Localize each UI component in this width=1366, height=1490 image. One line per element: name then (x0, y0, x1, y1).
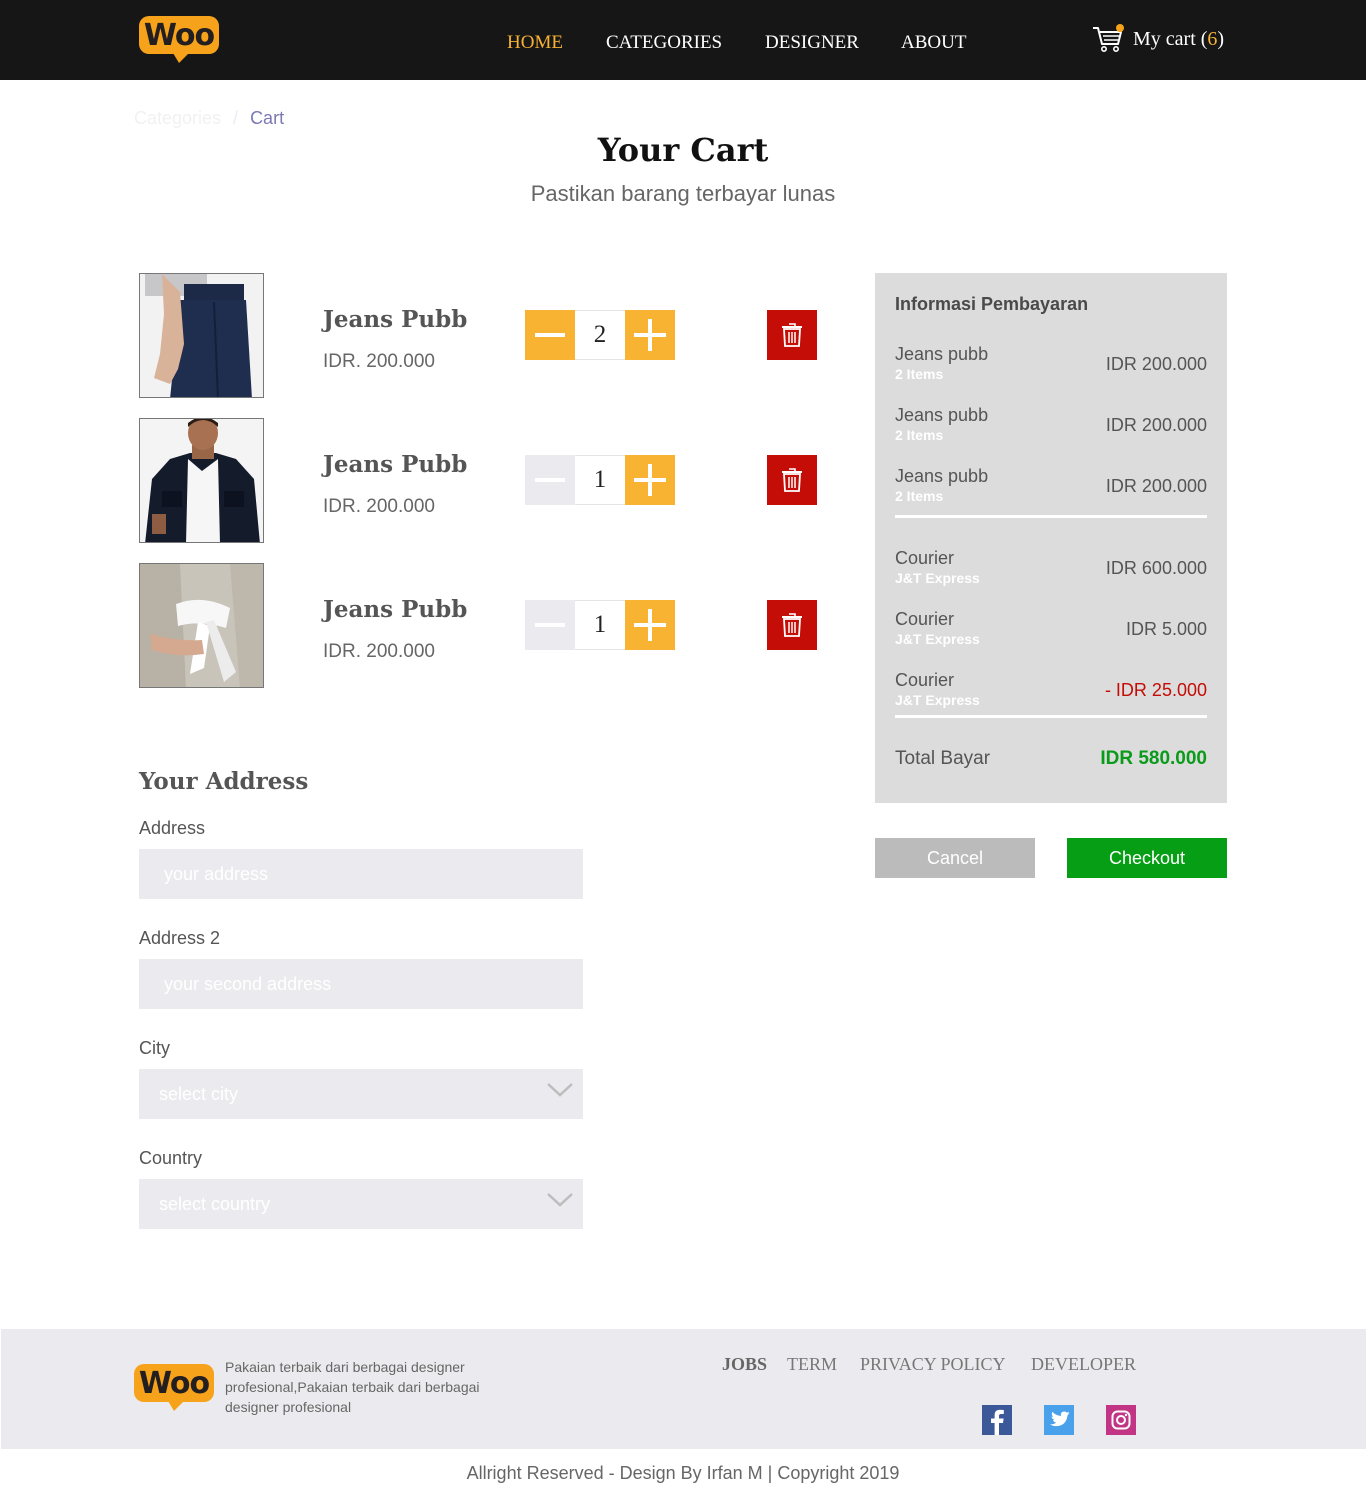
increase-quantity-button[interactable] (625, 310, 675, 360)
payment-row-value: IDR 200.000 (1105, 415, 1207, 435)
footer-link-term[interactable]: TERM (787, 1354, 837, 1375)
footer-link-privacy-policy[interactable]: PRIVACY POLICY (860, 1354, 1006, 1375)
payment-fee-row: Courier J&T Express IDR 5.000 (895, 609, 1207, 647)
cart-notification-dot (1116, 24, 1124, 32)
payment-row-value: IDR 200.000 (1105, 354, 1207, 374)
product-name: Jeans Pubb (323, 451, 468, 478)
address-label: Address (139, 818, 206, 838)
delete-item-button[interactable] (767, 455, 817, 505)
increase-quantity-button[interactable] (625, 455, 675, 505)
product-name: Jeans Pubb (323, 306, 468, 333)
minus-icon (535, 623, 565, 627)
decrease-quantity-button[interactable] (525, 600, 575, 650)
payment-row-value: IDR 200.000 (1105, 476, 1207, 496)
footer-description: Pakaian terbaik dari berbagai designer p… (225, 1359, 480, 1415)
city-label: City (139, 1038, 170, 1058)
nav-designer[interactable]: DESIGNER (765, 32, 859, 54)
address-2-label: Address 2 (139, 928, 221, 948)
footer-logo[interactable]: Woo (134, 1364, 214, 1411)
trash-icon (782, 468, 802, 492)
address-section-title: Your Address (139, 768, 309, 795)
product-image[interactable] (139, 273, 264, 398)
breadcrumb-categories[interactable]: Categories (134, 108, 221, 128)
instagram-icon[interactable] (1106, 1405, 1136, 1435)
quantity-value[interactable]: 2 (575, 310, 625, 360)
plus-icon (634, 319, 666, 351)
page-subtitle: Pastikan barang terbayar lunas (530, 181, 836, 206)
chevron-down-icon (547, 1083, 573, 1097)
plus-icon (634, 464, 666, 496)
trash-icon (782, 613, 802, 637)
cart-item: Jeans Pubb IDR. 200.000 1 (139, 563, 839, 689)
payment-row-value: IDR 5.000 (1125, 619, 1207, 639)
footer-link-developer[interactable]: DEVELOPER (1031, 1354, 1136, 1375)
breadcrumb: Categories / Cart (134, 108, 284, 129)
quantity-value[interactable]: 1 (575, 455, 625, 505)
cart-count: 6 (1207, 27, 1218, 50)
breadcrumb-cart: Cart (250, 108, 285, 128)
cancel-button[interactable]: Cancel (875, 838, 1035, 878)
checkout-button[interactable]: Checkout (1067, 838, 1227, 878)
divider (895, 715, 1207, 718)
trash-icon (782, 323, 802, 347)
cart-label: My cart ( (1133, 27, 1208, 50)
plus-icon (634, 609, 666, 641)
cart-label-close: ) (1217, 27, 1225, 50)
divider (895, 515, 1207, 518)
payment-fee-row: Courier J&T Express IDR 600.000 (895, 548, 1207, 586)
address-placeholder: your address (164, 863, 269, 884)
nav-about[interactable]: ABOUT (901, 32, 966, 54)
country-label: Country (139, 1148, 203, 1168)
quantity-stepper: 2 (525, 310, 675, 360)
page-title: Your Cart (597, 131, 769, 169)
product-name: Jeans Pubb (323, 596, 468, 623)
product-price: IDR. 200.000 (323, 496, 435, 517)
product-image[interactable] (139, 563, 264, 688)
city-select[interactable]: select city (139, 1069, 583, 1119)
footer-link-jobs[interactable]: JOBS (722, 1354, 767, 1375)
country-select[interactable]: select country (139, 1179, 583, 1229)
payment-product-row: Jeans pubb 2 Items IDR 200.000 (895, 466, 1207, 504)
payment-fee-row: Courier J&T Express - IDR 25.000 (895, 670, 1207, 708)
quantity-stepper: 1 (525, 455, 675, 505)
payment-product-row: Jeans pubb 2 Items IDR 200.000 (895, 344, 1207, 382)
product-image[interactable] (139, 418, 264, 543)
payment-info-title: Informasi Pembayaran (895, 294, 1089, 314)
facebook-icon[interactable] (982, 1405, 1012, 1435)
address-input[interactable]: your address (139, 849, 583, 899)
product-price: IDR. 200.000 (323, 351, 435, 372)
minus-icon (535, 478, 565, 482)
total-label: Total Bayar (895, 748, 991, 769)
nav-categories[interactable]: CATEGORIES (606, 32, 722, 54)
decrease-quantity-button[interactable] (525, 310, 575, 360)
shopping-cart-icon (1092, 24, 1124, 54)
decrease-quantity-button[interactable] (525, 455, 575, 505)
address-2-placeholder: your second address (164, 973, 332, 994)
brand-logo[interactable]: Woo (139, 16, 219, 63)
increase-quantity-button[interactable] (625, 600, 675, 650)
minus-icon (535, 333, 565, 337)
delete-item-button[interactable] (767, 600, 817, 650)
city-placeholder: select city (159, 1083, 239, 1104)
my-cart-link[interactable]: My cart (6) (1092, 24, 1224, 54)
country-placeholder: select country (159, 1193, 271, 1214)
cart-item: Jeans Pubb IDR. 200.000 1 (139, 418, 839, 544)
discount-value: - IDR 25.000 (1104, 680, 1207, 700)
payment-product-row: Jeans pubb 2 Items IDR 200.000 (895, 405, 1207, 443)
copyright-text: Allright Reserved - Design By Irfan M | … (466, 1463, 900, 1483)
quantity-value[interactable]: 1 (575, 600, 625, 650)
address-2-input[interactable]: your second address (139, 959, 583, 1009)
total-value: IDR 580.000 (1100, 748, 1207, 769)
nav-home[interactable]: HOME (507, 32, 563, 54)
chevron-down-icon (547, 1193, 573, 1207)
breadcrumb-separator: / (233, 108, 239, 128)
payment-info-panel: Informasi Pembayaran Jeans pubb 2 Items … (875, 273, 1227, 803)
product-price: IDR. 200.000 (323, 641, 435, 662)
cart-item: Jeans Pubb IDR. 200.000 2 (139, 273, 839, 399)
quantity-stepper: 1 (525, 600, 675, 650)
payment-row-value: IDR 600.000 (1105, 558, 1207, 578)
twitter-icon[interactable] (1044, 1405, 1074, 1435)
delete-item-button[interactable] (767, 310, 817, 360)
